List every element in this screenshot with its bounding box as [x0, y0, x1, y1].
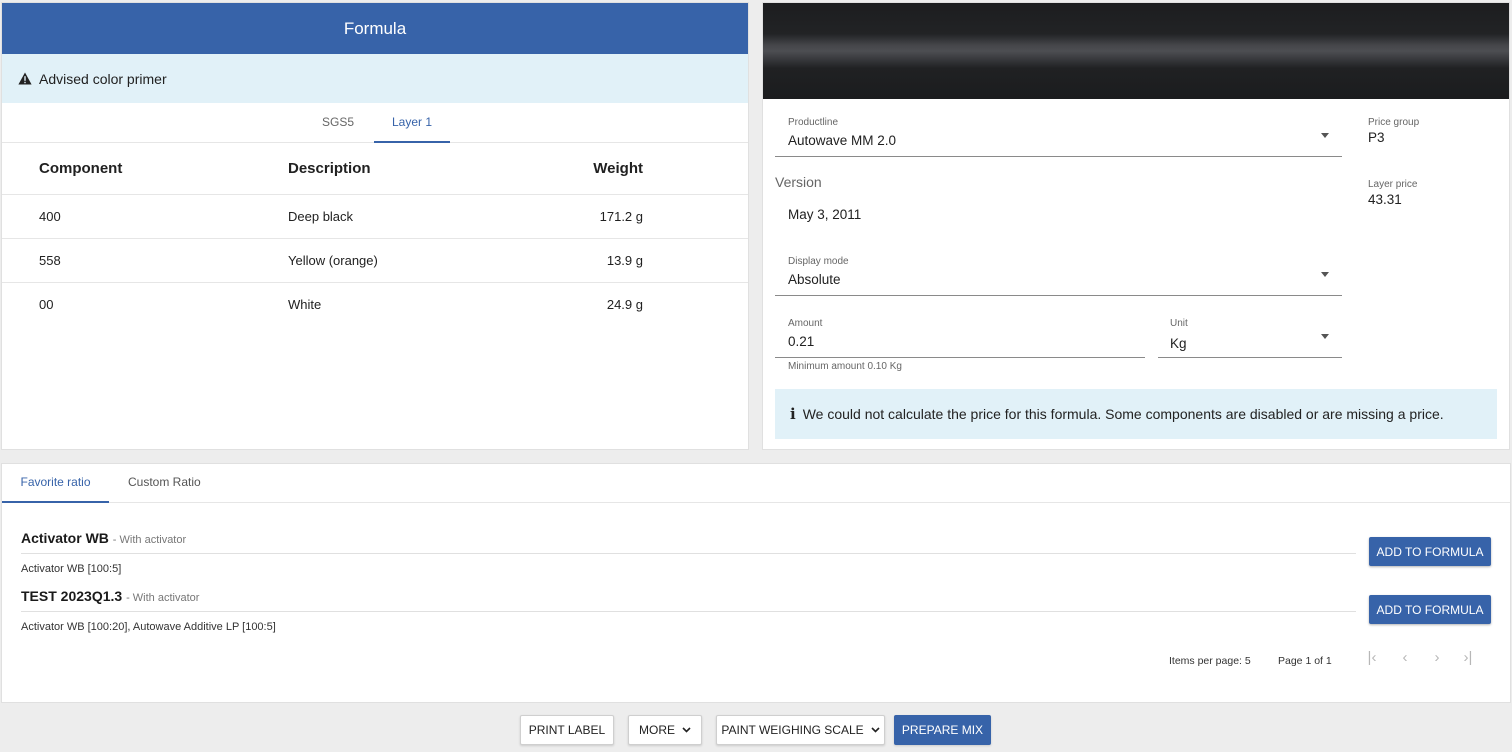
productline-dropdown-icon[interactable] [1321, 133, 1329, 138]
layer-price-label: Layer price [1368, 179, 1418, 190]
display-mode-label: Display mode [788, 256, 849, 267]
color-swatch [763, 3, 1509, 99]
amount-label: Amount [788, 318, 823, 329]
ratio-name: TEST 2023Q1.3 [21, 588, 123, 604]
price-info-text: We could not calculate the price for thi… [802, 406, 1444, 422]
display-mode-value: Absolute [788, 272, 841, 287]
paint-weighing-scale-text: PAINT WEIGHING SCALE [721, 723, 864, 737]
tab-favorite-ratio[interactable]: Favorite ratio [2, 464, 109, 503]
unit-select[interactable]: Unit Kg [1158, 312, 1342, 358]
table-row: 00 White 24.9 g [2, 282, 748, 326]
component-weight: 171.2 g [508, 194, 643, 239]
ratio-detail: Activator WB [100:20], Autowave Additive… [21, 621, 276, 633]
first-page-icon[interactable]: |‹ [1364, 650, 1380, 667]
display-mode-select[interactable]: Display mode Absolute [775, 250, 1342, 296]
component-code: 00 [39, 296, 54, 312]
layer-tabs: SGS5 Layer 1 [2, 103, 748, 143]
formula-header: Formula [2, 3, 748, 54]
price-group-value: P3 [1368, 130, 1385, 145]
chevron-down-icon [871, 727, 880, 733]
warning-icon [18, 72, 32, 85]
ratio-detail: Activator WB [100:5] [21, 563, 122, 575]
formula-card: Formula Advised color primer SGS5 Layer … [1, 2, 749, 450]
component-code: 558 [2, 238, 288, 283]
version-value: May 3, 2011 [788, 207, 862, 222]
next-page-icon[interactable]: › [1429, 650, 1445, 667]
table-header-row: Component Description Weight [2, 143, 748, 195]
divider [21, 611, 1356, 612]
unit-value: Kg [1170, 336, 1187, 351]
amount-input[interactable]: Amount 0.21 [775, 312, 1145, 358]
add-to-formula-button[interactable]: ADD TO FORMULA [1369, 537, 1491, 566]
print-label-text: PRINT LABEL [528, 723, 606, 737]
prepare-mix-button[interactable]: PREPARE MIX [894, 715, 991, 745]
display-mode-dropdown-icon[interactable] [1321, 272, 1329, 277]
ratio-subtitle: - With activator [126, 592, 200, 604]
ratio-tabs: Favorite ratio Custom Ratio [2, 464, 1510, 503]
tab-layer-1[interactable]: Layer 1 [374, 103, 450, 143]
tab-custom-ratio[interactable]: Custom Ratio [128, 464, 201, 503]
component-code: 400 [2, 194, 288, 239]
table-row: 558 Yellow (orange) 13.9 g [2, 238, 748, 283]
formula-title: Formula [343, 18, 407, 38]
tab-sgs5[interactable]: SGS5 [308, 103, 368, 143]
items-per-page[interactable]: Items per page: 5 [1169, 655, 1251, 667]
divider [21, 553, 1356, 554]
prepare-mix-text: PREPARE MIX [901, 723, 984, 737]
amount-value: 0.21 [788, 334, 815, 349]
productline-label: Productline [788, 117, 839, 128]
last-page-icon[interactable]: ›| [1460, 650, 1476, 667]
print-label-button[interactable]: PRINT LABEL [520, 715, 614, 745]
version-label: Version [775, 174, 822, 190]
column-header-weight: Weight [508, 143, 643, 195]
more-button[interactable]: MORE [628, 715, 702, 745]
amount-hint: Minimum amount 0.10 Kg [788, 361, 902, 372]
more-text: MORE [639, 723, 675, 737]
advice-text: Advised color primer [39, 70, 167, 87]
ratio-item: TEST 2023Q1.3 - With activator Activator… [21, 588, 1356, 633]
ratio-name: Activator WB [21, 530, 109, 546]
add-to-formula-button[interactable]: ADD TO FORMULA [1369, 595, 1491, 624]
layer-price-value: 43.31 [1368, 192, 1402, 207]
component-table: Component Description Weight 400 Deep bl… [2, 143, 748, 326]
chevron-down-icon [682, 727, 691, 733]
previous-page-icon[interactable]: ‹ [1397, 650, 1413, 667]
unit-dropdown-icon[interactable] [1321, 334, 1329, 339]
unit-label: Unit [1170, 318, 1188, 329]
component-weight: 13.9 g [508, 238, 643, 283]
paint-weighing-scale-button[interactable]: PAINT WEIGHING SCALE [716, 715, 885, 745]
productline-value: Autowave MM 2.0 [788, 133, 897, 148]
component-description: White [288, 296, 322, 312]
component-description: Deep black [288, 194, 508, 239]
price-group-label: Price group [1368, 117, 1420, 128]
ratio-card: Favorite ratio Custom Ratio Activator WB… [1, 463, 1511, 703]
productline-select[interactable]: Productline Autowave MM 2.0 [775, 111, 1342, 157]
ratio-subtitle: - With activator [112, 534, 187, 546]
formula-details-card: Productline Autowave MM 2.0 Version May … [762, 2, 1510, 450]
column-header-description: Description [288, 143, 508, 195]
ratio-item: Activator WB - With activator Activator … [21, 530, 1356, 575]
advice-banner: Advised color primer [2, 54, 748, 103]
component-weight: 24.9 g [606, 296, 643, 312]
page-indicator: Page 1 of 1 [1278, 655, 1332, 667]
price-info-banner: i We could not calculate the price for t… [775, 389, 1497, 439]
column-header-component: Component [2, 143, 288, 195]
info-icon: i [790, 405, 796, 423]
table-row: 400 Deep black 171.2 g [2, 194, 748, 239]
component-description: Yellow (orange) [288, 238, 508, 283]
